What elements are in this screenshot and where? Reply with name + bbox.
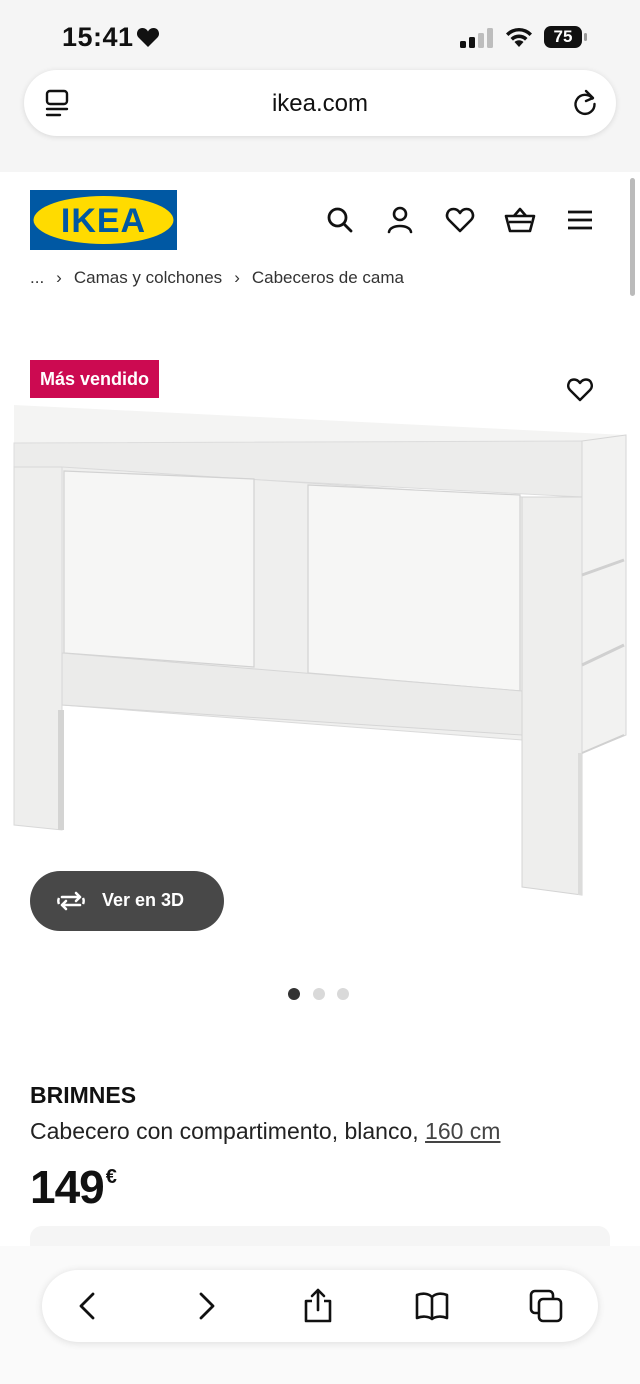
product-size-link[interactable]: 160 cm: [425, 1118, 500, 1144]
browser-toolbar: [42, 1270, 598, 1342]
menu-icon[interactable]: [564, 204, 596, 236]
breadcrumb-item-camas[interactable]: Camas y colchones: [74, 268, 222, 288]
page-scrollbar[interactable]: [630, 178, 635, 296]
carousel-dot[interactable]: [337, 988, 349, 1000]
reload-icon[interactable]: [570, 88, 600, 118]
status-time: 15:41: [62, 22, 134, 52]
view-3d-button[interactable]: Ver en 3D: [30, 871, 224, 931]
cellular-signal-icon: [460, 28, 493, 48]
product-description-text: Cabecero con compartimento, blanco,: [30, 1118, 426, 1144]
product-name: BRIMNES: [30, 1082, 137, 1108]
heart-status-icon: [136, 28, 160, 47]
tabs-overview-icon[interactable]: [528, 1288, 564, 1324]
basket-icon[interactable]: [504, 204, 536, 236]
price-currency: €: [105, 1166, 117, 1188]
rotate-3d-icon: [57, 891, 85, 911]
breadcrumb-item-ellipsis[interactable]: ...: [30, 268, 44, 288]
logo-text: IKEA: [61, 202, 146, 240]
search-icon[interactable]: [324, 204, 356, 236]
breadcrumb-item-cabeceros[interactable]: Cabeceros de cama: [252, 268, 404, 288]
bookmarks-icon[interactable]: [414, 1288, 450, 1324]
carousel-dot[interactable]: [313, 988, 325, 1000]
view-3d-label: Ver en 3D: [102, 890, 185, 910]
price-value: 149: [30, 1161, 105, 1213]
bestseller-badge: Más vendido: [30, 360, 160, 398]
back-icon[interactable]: [70, 1288, 106, 1324]
chevron-right-icon: ›: [56, 268, 62, 287]
account-icon[interactable]: [384, 204, 416, 236]
heart-icon[interactable]: [444, 204, 476, 236]
breadcrumb: ... › Camas y colchones › Cabeceros de cama: [30, 268, 404, 290]
forward-icon[interactable]: [188, 1288, 224, 1324]
wifi-icon: [506, 27, 532, 47]
product-price: 149 €: [30, 1160, 117, 1214]
url-text[interactable]: ikea.com: [24, 90, 616, 118]
battery-level: 75: [544, 26, 582, 48]
favorite-heart-icon[interactable]: [566, 376, 594, 404]
image-carousel-dots[interactable]: [288, 988, 358, 1000]
address-bar[interactable]: ikea.com: [24, 70, 616, 136]
carousel-dot-active[interactable]: [288, 988, 300, 1000]
chevron-right-icon: ›: [234, 268, 240, 287]
share-icon[interactable]: [300, 1288, 336, 1324]
ikea-logo[interactable]: IKEA: [30, 190, 177, 250]
status-bar: 15:41 75: [0, 0, 640, 72]
battery-indicator: 75: [544, 26, 588, 50]
product-description: Cabecero con compartimento, blanco, 160 …: [30, 1118, 500, 1145]
